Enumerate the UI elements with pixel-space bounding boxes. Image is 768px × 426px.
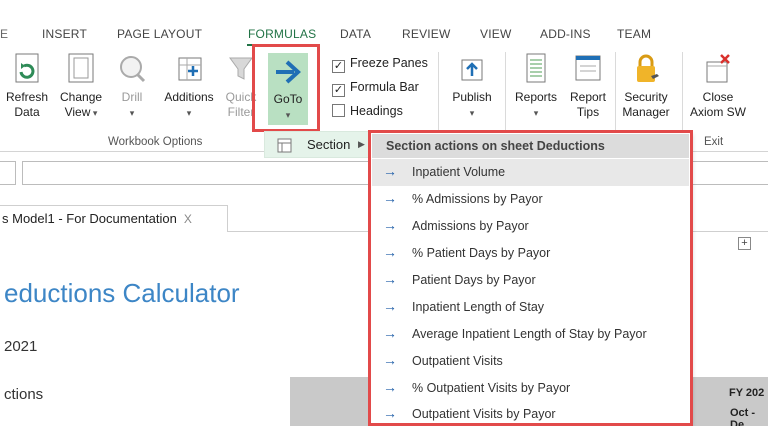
quick-filter-label-2: Filter [227,105,255,119]
chevron-down-icon: ▾ [186,108,192,118]
tab-insert[interactable]: INSERT [42,27,87,41]
tab-data[interactable]: DATA [340,27,371,41]
document-tab[interactable]: s Model1 - For Documentation X [0,205,228,232]
ribbon-tab-bar: E INSERT PAGE LAYOUT FORMULAS DATA REVIE… [0,0,768,46]
headings-label: Headings [350,104,403,118]
tab-add-ins[interactable]: ADD-INS [540,27,591,41]
tab-review[interactable]: REVIEW [402,27,451,41]
reports-button[interactable]: Reports ▾ [511,52,561,121]
refresh-label-2: Data [14,105,40,119]
drill-label: Drill [121,90,143,104]
tab-view[interactable]: VIEW [480,27,511,41]
security-label-2: Manager [622,105,670,119]
close-app-icon [706,54,730,83]
publish-icon [461,59,483,81]
checkbox-checked-icon: ✓ [332,60,345,73]
chevron-down-icon: ▾ [129,108,135,118]
refresh-icon [15,53,39,83]
report-tips-button[interactable]: Report Tips [566,52,610,120]
checkbox-unchecked-icon [332,104,345,117]
checkbox-checked-icon: ✓ [332,84,345,97]
fiscal-year-header: FY 202 [729,387,765,399]
security-manager-button[interactable]: Security Manager [618,52,674,120]
reports-icon [526,53,546,83]
refresh-data-button[interactable]: Refresh Data [6,52,48,120]
ribbon-tab-edge: E [0,27,9,41]
additions-button[interactable]: Additions ▾ [160,52,218,121]
tab-page-layout[interactable]: PAGE LAYOUT [117,27,202,41]
additions-icon [178,57,202,81]
report-tips-label-2: Tips [576,105,600,119]
formula-bar-checkbox[interactable]: ✓ Formula Bar [332,80,419,97]
workbook-options-group-label: Workbook Options [108,136,203,148]
close-axiom-button[interactable]: Close Axiom SW [688,52,748,120]
change-view-label-1: Change [60,90,103,104]
close-axiom-label-1: Close [702,90,734,104]
chevron-down-icon: ▾ [469,108,475,118]
publish-button[interactable]: Publish ▾ [446,52,498,121]
expand-plus-button[interactable]: + [738,237,751,250]
change-view-icon [68,53,94,83]
headings-checkbox[interactable]: Headings [332,104,403,118]
freeze-panes-label: Freeze Panes [350,56,428,70]
publish-label: Publish [452,90,492,104]
report-tips-icon [575,55,601,81]
additions-label: Additions [164,90,214,104]
sheet-year: 2021 [4,338,38,355]
chevron-down-icon: ▾ [90,108,98,118]
period-header: Oct - De [730,407,756,426]
exit-group-label: Exit [704,136,724,148]
change-view-label-2: View [64,105,91,119]
section-icon [277,138,292,153]
section-label: Section [307,137,351,152]
close-icon[interactable]: X [184,212,192,226]
freeze-panes-checkbox[interactable]: ✓ Freeze Panes [332,56,428,73]
chevron-down-icon: ▾ [533,108,539,118]
reports-label: Reports [514,90,558,104]
chevron-right-icon: ▶ [358,139,365,149]
sheet-title: eductions Calculator [4,278,240,308]
tab-formulas[interactable]: FORMULAS [248,27,316,41]
lock-icon [637,54,659,82]
report-tips-label-1: Report [569,90,607,104]
sheet-section-label: ctions [4,386,44,403]
drill-icon [120,56,146,83]
formula-bar-label: Formula Bar [350,80,419,94]
section-menu-item[interactable]: Section ▶ [264,131,372,158]
tab-team[interactable]: TEAM [617,27,651,41]
goto-callout-box [252,44,320,132]
document-tab-label: s Model1 - For Documentation [2,211,177,226]
name-box[interactable] [0,161,16,185]
change-view-button[interactable]: Change View ▾ [60,52,102,121]
refresh-label-1: Refresh [6,90,49,104]
close-axiom-label-2: Axiom SW [689,105,746,119]
menu-callout-box [368,130,693,426]
drill-button[interactable]: Drill ▾ [114,52,150,121]
security-label-1: Security [624,90,668,104]
